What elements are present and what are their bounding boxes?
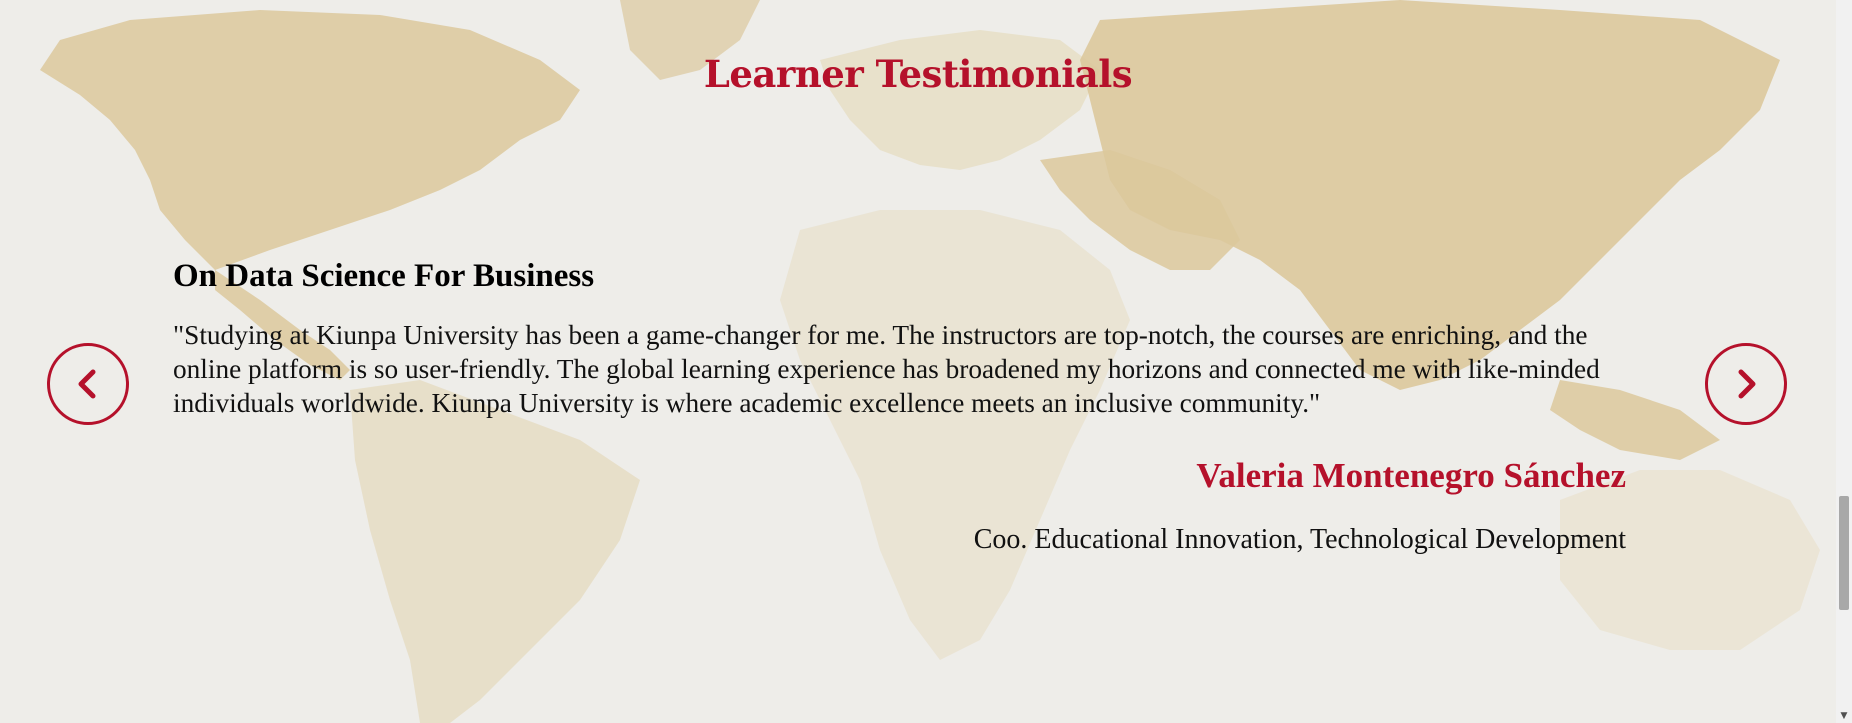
scroll-down-arrow-icon[interactable]: ▼ (1839, 711, 1849, 721)
chevron-right-icon (1738, 369, 1756, 399)
section-title: Learner Testimonials (703, 52, 1133, 96)
map-europe (820, 30, 1100, 170)
next-testimonial-button[interactable] (1705, 343, 1787, 425)
map-south-america (350, 380, 640, 723)
map-north-america (40, 10, 580, 270)
previous-testimonial-button[interactable] (47, 343, 129, 425)
author-name: Valeria Montenegro Sánchez (1196, 456, 1626, 495)
testimonial-card: On Data Science For Business "Studying a… (173, 254, 1647, 555)
page-scrollbar[interactable]: ▼ (1836, 0, 1852, 723)
chevron-left-icon (78, 369, 96, 399)
testimonial-quote: "Studying at Kiunpa University has been … (173, 320, 1600, 418)
author-role: Coo. Educational Innovation, Technologic… (973, 524, 1626, 555)
map-australia (1560, 470, 1820, 650)
scrollbar-thumb[interactable] (1839, 496, 1849, 610)
course-title: On Data Science For Business (173, 258, 595, 294)
